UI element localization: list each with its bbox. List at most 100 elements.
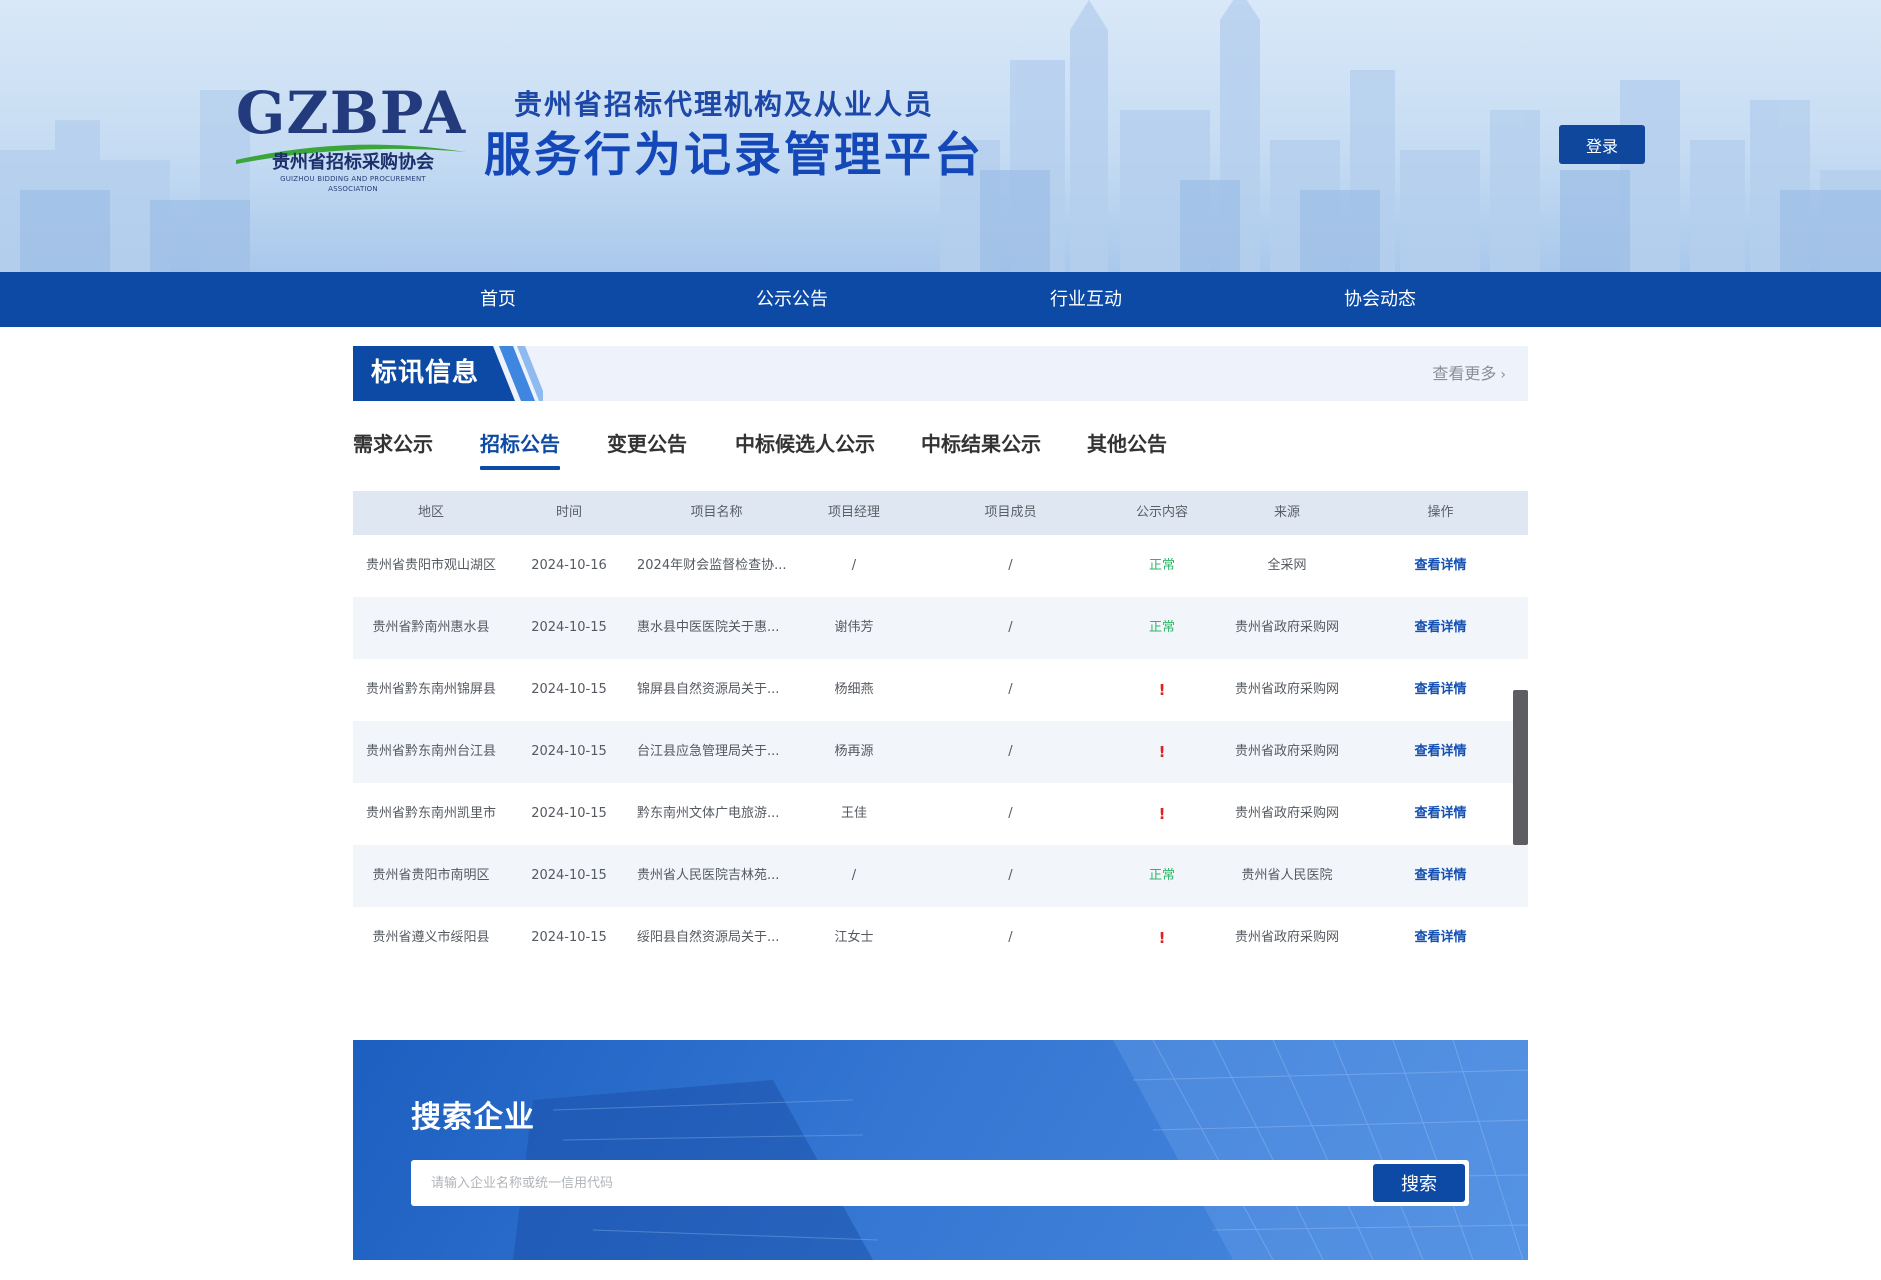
cell-members: /	[1008, 620, 1013, 635]
site-subtitle: 贵州省招标代理机构及从业人员	[514, 88, 935, 121]
view-details-link[interactable]: 查看详情	[1367, 659, 1514, 721]
table-row: 贵州省贵阳市观山湖区 2024-10-16 2024年财会监督检查协... / / 正常 全…	[353, 535, 1528, 597]
cell-manager: 王佳	[840, 806, 867, 821]
tab-tender-notice[interactable]: 招标公告	[480, 426, 560, 472]
column-header-action: 操作	[1427, 505, 1454, 520]
cell-region: 贵州省贵阳市观山湖区	[365, 558, 496, 573]
tab-demand-notice[interactable]: 需求公示	[353, 426, 433, 472]
view-more-link[interactable]: 查看更多 ›	[1432, 346, 1506, 401]
status-warning: !	[1158, 929, 1166, 947]
status-normal: 正常	[1148, 868, 1175, 883]
logo-chinese-name: 贵州省招标采购协会	[272, 152, 434, 173]
status-warning: !	[1158, 805, 1166, 823]
search-button[interactable]: 搜索	[1373, 1164, 1465, 1202]
association-logo[interactable]: GZBPA 贵州省招标采购协会 GUIZHOU BIDDING AND PROC…	[232, 79, 470, 193]
view-details-link[interactable]: 查看详情	[1367, 845, 1514, 907]
cell-project-name[interactable]: 黔东南州文体广电旅游...	[637, 783, 804, 845]
cell-source: 贵州省政府采购网	[1234, 620, 1339, 635]
cell-manager: 杨细燕	[834, 682, 874, 697]
table-row: 贵州省黔东南州台江县 2024-10-15 台江县应急管理局关于... 杨再源 /! 贵州…	[353, 721, 1528, 783]
tab-other-notice[interactable]: 其他公告	[1087, 426, 1167, 472]
table-scrollbar[interactable]	[1513, 690, 1528, 845]
cell-manager: /	[851, 868, 857, 883]
status-warning: !	[1158, 743, 1166, 761]
announcement-tabs: 需求公示 招标公告 变更公告 中标候选人公示 中标结果公示 其他公告	[353, 426, 1353, 472]
chevron-right-icon: ›	[1500, 367, 1506, 383]
view-more-label: 查看更多	[1432, 364, 1497, 383]
logo-wordmark: GZBPA	[235, 79, 467, 147]
view-details-link[interactable]: 查看详情	[1367, 907, 1514, 969]
cell-project-name[interactable]: 2024年财会监督检查协...	[637, 535, 804, 597]
view-details-link[interactable]: 查看详情	[1367, 721, 1514, 783]
search-box: 搜索	[411, 1160, 1469, 1206]
cell-date: 2024-10-16	[531, 558, 607, 573]
cell-manager: 杨再源	[834, 744, 874, 759]
enterprise-search-input[interactable]	[411, 1160, 1371, 1206]
cell-project-name[interactable]: 锦屏县自然资源局关于...	[637, 659, 804, 721]
site-title: 服务行为记录管理平台	[484, 128, 984, 183]
cell-source: 贵州省人民医院	[1241, 868, 1333, 883]
table-row: 贵州省黔南州惠水县 2024-10-15 惠水县中医医院关于惠... 谢伟芳 / 正常 贵州…	[353, 597, 1528, 659]
cell-project-name[interactable]: 台江县应急管理局关于...	[637, 721, 804, 783]
status-warning: !	[1158, 681, 1166, 699]
column-header-date: 时间	[555, 505, 582, 520]
column-header-content: 公示内容	[1135, 505, 1188, 520]
cell-manager: 谢伟芳	[834, 620, 874, 635]
view-details-link[interactable]: 查看详情	[1367, 783, 1514, 845]
section-title: 标讯信息	[371, 358, 480, 388]
cell-members: /	[1008, 744, 1013, 759]
cell-source: 贵州省政府采购网	[1234, 682, 1339, 697]
cell-source: 全采网	[1267, 558, 1307, 573]
tab-result-notice[interactable]: 中标结果公示	[921, 426, 1041, 472]
cell-region: 贵州省黔东南州凯里市	[365, 806, 496, 821]
search-enterprise-title: 搜索企业	[411, 1100, 535, 1135]
cell-source: 贵州省政府采购网	[1234, 744, 1339, 759]
cell-members: /	[1008, 806, 1013, 821]
cell-date: 2024-10-15	[531, 930, 607, 945]
status-normal: 正常	[1148, 558, 1175, 573]
column-header-source: 来源	[1273, 505, 1300, 520]
cell-date: 2024-10-15	[531, 806, 607, 821]
bidding-info-header: 标讯信息 查看更多 ›	[353, 346, 1528, 401]
enterprise-search-panel: 搜索企业 搜索	[353, 1040, 1528, 1260]
cell-region: 贵州省遵义市绥阳县	[372, 930, 490, 945]
nav-item-industry[interactable]: 行业互动	[1016, 272, 1156, 327]
nav-item-association-news[interactable]: 协会动态	[1310, 272, 1450, 327]
announcement-table: 地区 时间 项目名称 项目经理 项目成员 公示内容 来源 操作 贵州省贵阳市观山…	[353, 491, 1528, 981]
view-details-link[interactable]: 查看详情	[1367, 535, 1514, 597]
cell-manager: /	[851, 558, 857, 573]
cell-date: 2024-10-15	[531, 682, 607, 697]
cell-source: 贵州省政府采购网	[1234, 930, 1339, 945]
cell-region: 贵州省黔东南州台江县	[365, 744, 496, 759]
cell-date: 2024-10-15	[531, 744, 607, 759]
column-header-members: 项目成员	[984, 505, 1037, 520]
cell-members: /	[1008, 682, 1013, 697]
tab-change-notice[interactable]: 变更公告	[607, 426, 687, 472]
column-header-region: 地区	[417, 505, 444, 520]
cell-members: /	[1008, 558, 1013, 573]
cell-date: 2024-10-15	[531, 620, 607, 635]
cell-manager: 江女士	[834, 930, 874, 945]
cell-project-name[interactable]: 绥阳县自然资源局关于...	[637, 907, 804, 969]
main-nav: 首页 公示公告 行业互动 协会动态	[0, 272, 1881, 327]
cell-project-name[interactable]: 惠水县中医医院关于惠...	[637, 597, 804, 659]
header-banner: GZBPA 贵州省招标采购协会 GUIZHOU BIDDING AND PROC…	[0, 0, 1881, 272]
cell-source: 贵州省政府采购网	[1234, 806, 1339, 821]
table-row: 贵州省贵阳市南明区 2024-10-15 贵州省人民医院吉林苑... / / 正常 贵州省人…	[353, 845, 1528, 907]
page: GZBPA 贵州省招标采购协会 GUIZHOU BIDDING AND PROC…	[0, 0, 1881, 1280]
cell-project-name[interactable]: 贵州省人民医院吉林苑...	[637, 845, 804, 907]
view-details-link[interactable]: 查看详情	[1367, 597, 1514, 659]
cell-region: 贵州省黔东南州锦屏县	[365, 682, 496, 697]
nav-item-announcements[interactable]: 公示公告	[722, 272, 862, 327]
nav-item-home[interactable]: 首页	[428, 272, 568, 327]
login-button[interactable]: 登录	[1559, 125, 1645, 164]
cell-members: /	[1008, 930, 1013, 945]
cell-date: 2024-10-15	[531, 868, 607, 883]
status-normal: 正常	[1148, 620, 1175, 635]
table-row: 贵州省黔东南州锦屏县 2024-10-15 锦屏县自然资源局关于... 杨细燕 /! 贵州…	[353, 659, 1528, 721]
tab-candidate-notice[interactable]: 中标候选人公示	[735, 426, 875, 472]
table-header: 地区 时间 项目名称 项目经理 项目成员 公示内容 来源 操作	[353, 491, 1528, 535]
building-background-illustration	[513, 1040, 1528, 1260]
cell-region: 贵州省贵阳市南明区	[372, 868, 490, 883]
table-row: 贵州省黔东南州凯里市 2024-10-15 黔东南州文体广电旅游... 王佳 /! 贵州省…	[353, 783, 1528, 845]
